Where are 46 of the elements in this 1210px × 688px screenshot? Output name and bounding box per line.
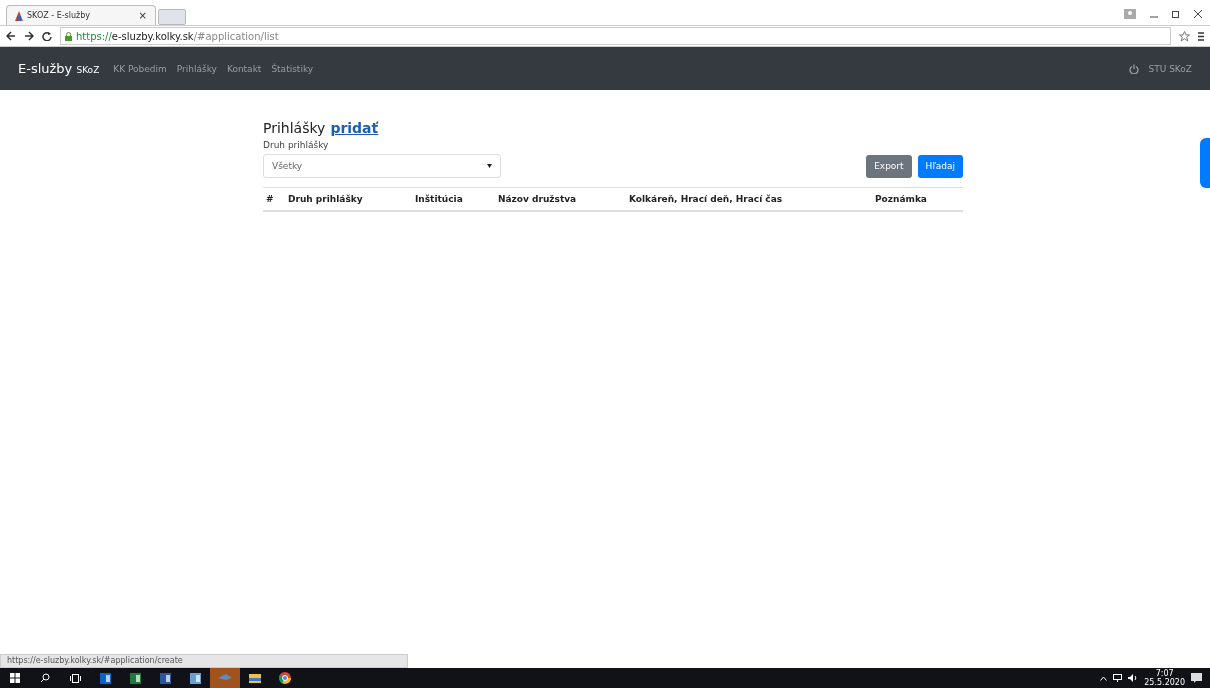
feedback-tab[interactable] bbox=[1200, 138, 1210, 188]
search-icon[interactable] bbox=[40, 673, 50, 683]
clock[interactable]: 7:07 25.5.2020 bbox=[1144, 669, 1185, 687]
status-url: https://e-sluzby.kolky.sk/#application/create bbox=[0, 654, 408, 668]
nav-link[interactable]: Prihlášky bbox=[176, 63, 217, 74]
column-header: Inštitúcia bbox=[414, 194, 464, 204]
windows-start-icon[interactable] bbox=[10, 673, 20, 683]
notification-icon[interactable] bbox=[1191, 673, 1202, 683]
task-view-icon[interactable] bbox=[69, 673, 81, 683]
close-icon[interactable] bbox=[1194, 10, 1202, 18]
filter-label: Druh prihlášky bbox=[263, 140, 330, 150]
user-link[interactable]: STU SKoZ bbox=[1128, 63, 1192, 74]
add-link[interactable]: pridať bbox=[330, 120, 379, 136]
user-name: STU SKoZ bbox=[1148, 63, 1192, 74]
volume-icon[interactable] bbox=[1128, 674, 1139, 682]
lock-icon bbox=[65, 31, 72, 41]
folder-icon[interactable] bbox=[249, 673, 261, 683]
reload-icon[interactable] bbox=[42, 31, 52, 41]
column-header: # bbox=[265, 194, 275, 204]
search-button[interactable]: Hľadaj bbox=[917, 154, 963, 178]
page-title: Prihlášky bbox=[263, 120, 326, 136]
column-header: Poznámka bbox=[874, 194, 928, 204]
favicon-icon bbox=[15, 10, 23, 21]
network-icon[interactable] bbox=[1113, 674, 1123, 682]
column-header: Názov družstva bbox=[497, 194, 578, 204]
caret-icon[interactable] bbox=[1100, 675, 1108, 681]
nav-link[interactable]: KK Pobedim bbox=[113, 63, 167, 74]
tab-close-button[interactable]: × bbox=[138, 10, 147, 21]
column-header: Kolkáreň, Hrací deň, Hrací čas bbox=[628, 194, 784, 204]
column-header: Druh prihlášky bbox=[287, 194, 364, 204]
export-button[interactable]: Export bbox=[866, 154, 912, 178]
type-select[interactable]: Všetky bbox=[263, 154, 501, 178]
notepad-icon[interactable] bbox=[189, 672, 201, 684]
nav-link[interactable]: Kontakt bbox=[226, 63, 262, 74]
forward-icon[interactable] bbox=[24, 31, 34, 41]
back-icon[interactable] bbox=[6, 31, 16, 41]
menu-icon[interactable] bbox=[1198, 31, 1204, 41]
brand-logo[interactable]: E-služby SKoZ bbox=[18, 61, 100, 76]
browser-tab[interactable]: SKOZ - E-služby × bbox=[6, 5, 156, 25]
chrome-icon[interactable] bbox=[279, 672, 291, 684]
star-icon[interactable] bbox=[1179, 30, 1190, 42]
caret-icon bbox=[487, 164, 492, 168]
restore-icon[interactable] bbox=[1172, 10, 1180, 18]
nav-link[interactable]: Štatistiky bbox=[271, 63, 314, 74]
address-field[interactable]: https://e-sluzby.kolky.sk/#application/list bbox=[60, 27, 1171, 45]
power-icon bbox=[1128, 63, 1139, 74]
